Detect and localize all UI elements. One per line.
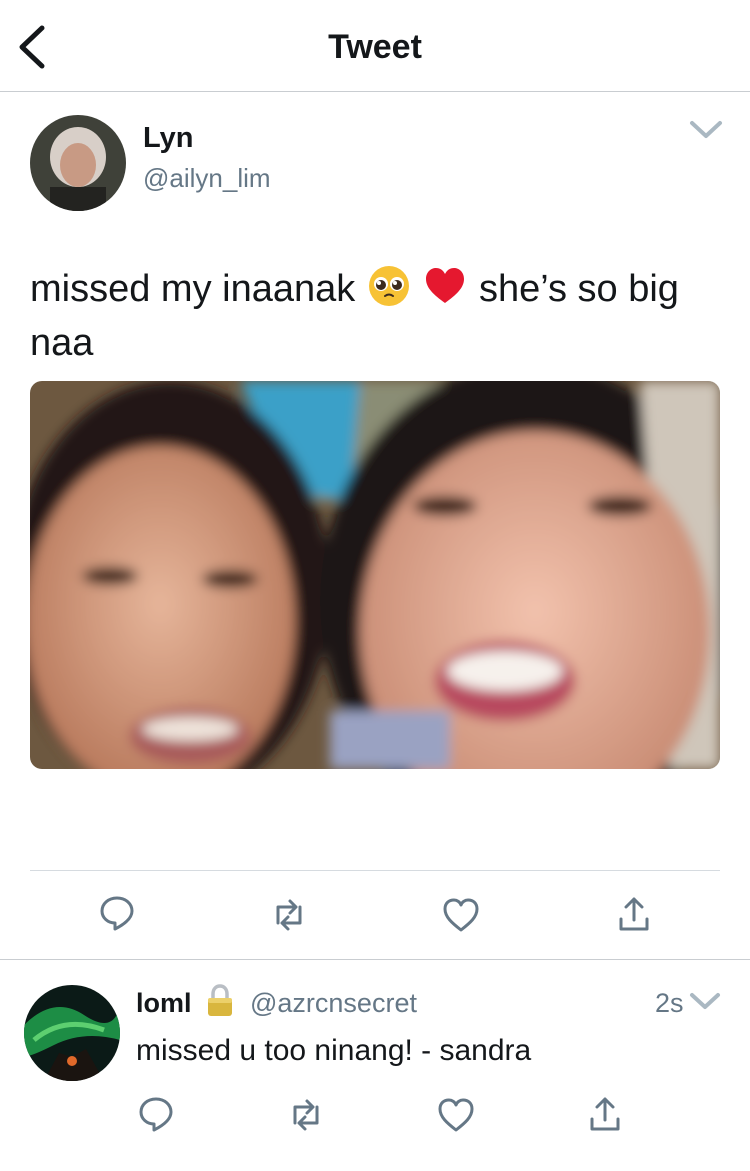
retweet-button[interactable] [269,895,309,935]
like-icon [438,1098,474,1132]
reply-icon [100,896,134,931]
share-icon [590,1097,620,1131]
reply-text: missed u too ninang! - sandra [136,1034,532,1067]
like-icon [443,898,479,932]
tweet-detail-screen: Tweet Lyn @ailyn_lim missed my inaanak s… [0,0,750,1171]
chevron-down-icon [690,993,720,1009]
author-avatar[interactable] [30,115,126,211]
author-name[interactable]: Lyn [143,122,193,155]
retweet-icon [293,1099,319,1131]
tweet-text: missed my inaanak she’s so big naa [30,262,720,370]
retweet-icon [276,899,302,931]
reply-menu-button[interactable] [689,990,721,1012]
reply-reply-button[interactable] [136,1094,176,1134]
like-button[interactable] [441,895,481,935]
reply-author-handle[interactable]: @azrcnsecret [250,988,417,1019]
reply-author-name[interactable]: loml [136,988,192,1019]
red-heart-emoji [426,268,465,303]
page-title: Tweet [328,28,422,66]
tweet-text-part1: missed my inaanak [30,268,356,310]
reply-avatar-image [24,985,120,1081]
tweet-media[interactable] [30,381,720,769]
reply-author-avatar[interactable] [24,985,120,1081]
pleading-face-emoji [368,266,409,306]
actions-divider [30,870,720,871]
avatar-image [30,115,126,211]
reply-icon [139,1097,173,1132]
chevron-down-icon [690,121,722,138]
share-button[interactable] [614,895,654,935]
media-photo [30,381,720,769]
navigation-bar: Tweet [0,0,750,92]
reply-button[interactable] [97,893,137,933]
lock-icon [205,984,235,1018]
share-icon [619,897,649,931]
section-divider [0,959,750,960]
tweet-menu-button[interactable] [689,118,723,142]
reply-timestamp: 2s [655,988,684,1018]
reply-share-button[interactable] [585,1095,625,1135]
reply-retweet-button[interactable] [286,1095,326,1135]
reply-like-button[interactable] [436,1095,476,1135]
author-handle[interactable]: @ailyn_lim [143,163,271,194]
